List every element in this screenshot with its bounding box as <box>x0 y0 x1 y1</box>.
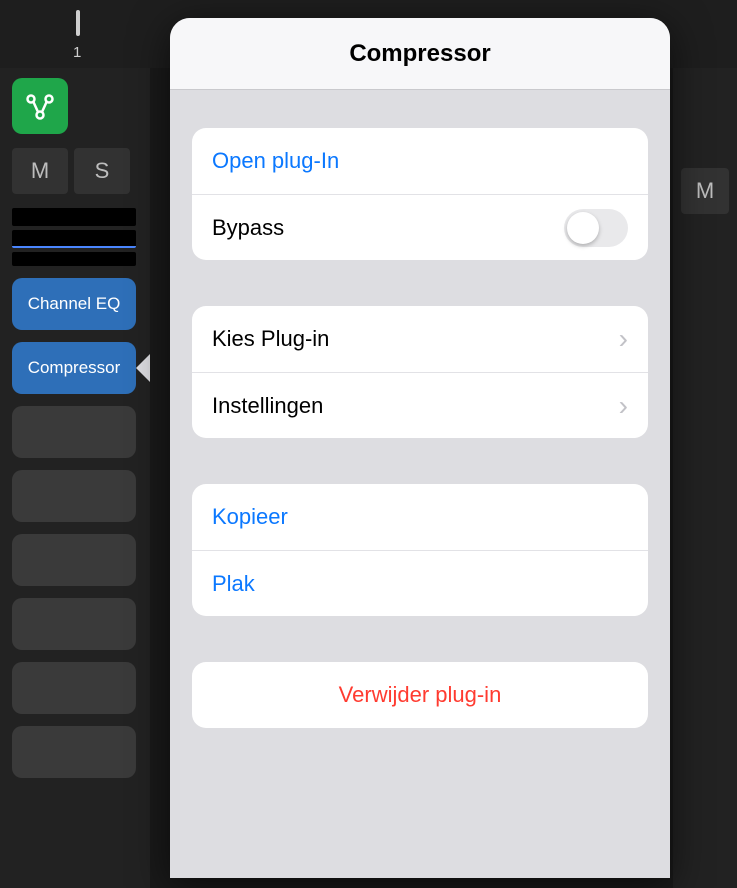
plugin-context-popover: Compressor Open plug-In Bypass Kies Plug… <box>170 18 670 878</box>
chevron-right-icon: › <box>619 392 628 420</box>
toggle-knob <box>567 212 599 244</box>
choose-plugin-label: Kies Plug-in <box>212 326 329 352</box>
open-plugin-label: Open plug-In <box>212 148 339 174</box>
delete-plugin-label: Verwijder plug-in <box>339 682 502 708</box>
delete-plugin-row[interactable]: Verwijder plug-in <box>192 662 648 728</box>
chevron-right-icon: › <box>619 325 628 353</box>
copy-row[interactable]: Kopieer <box>192 484 648 550</box>
mute-label: M <box>31 158 49 184</box>
bypass-toggle[interactable] <box>564 209 628 247</box>
paste-label: Plak <box>212 571 255 597</box>
routing-icon <box>23 89 57 123</box>
settings-row[interactable]: Instellingen › <box>192 372 648 438</box>
mute-button[interactable]: M <box>12 148 68 194</box>
bypass-label: Bypass <box>212 215 284 241</box>
meter-bar <box>12 230 136 248</box>
plugin-slot-channel-eq[interactable]: Channel EQ <box>12 278 136 330</box>
mute-button-right[interactable]: M <box>681 168 729 214</box>
popover-title-text: Compressor <box>349 40 490 68</box>
plugin-label: Compressor <box>28 358 121 378</box>
plugin-slot-empty[interactable] <box>12 470 136 522</box>
bypass-row[interactable]: Bypass <box>192 194 648 260</box>
plugin-label: Channel EQ <box>28 294 121 314</box>
plugin-slot-empty[interactable] <box>12 598 136 650</box>
solo-label: S <box>95 158 110 184</box>
plugin-slot-empty[interactable] <box>12 662 136 714</box>
settings-label: Instellingen <box>212 393 323 419</box>
choose-plugin-row[interactable]: Kies Plug-in › <box>192 306 648 372</box>
right-channel-strip: M <box>673 68 737 888</box>
copy-label: Kopieer <box>212 504 288 530</box>
plugin-slot-empty[interactable] <box>12 726 136 778</box>
plugin-slot-compressor[interactable]: Compressor <box>12 342 136 394</box>
channel-strip: M S Channel EQ Compressor <box>0 68 150 888</box>
plugin-slot-empty[interactable] <box>12 406 136 458</box>
popover-title: Compressor <box>170 18 670 90</box>
popover-group-1: Open plug-In Bypass <box>192 128 648 260</box>
mute-label: M <box>696 178 714 204</box>
solo-button[interactable]: S <box>74 148 130 194</box>
popover-group-4: Verwijder plug-in <box>192 662 648 728</box>
popover-pointer-icon <box>136 354 150 382</box>
routing-button[interactable] <box>12 78 68 134</box>
paste-row[interactable]: Plak <box>192 550 648 616</box>
meter-bar <box>12 252 136 266</box>
popover-group-2: Kies Plug-in › Instellingen › <box>192 306 648 438</box>
open-plugin-row[interactable]: Open plug-In <box>192 128 648 194</box>
plugin-slot-empty[interactable] <box>12 534 136 586</box>
popover-group-3: Kopieer Plak <box>192 484 648 616</box>
meter-bar <box>12 208 136 226</box>
ruler-number-1: 1 <box>73 44 81 61</box>
ruler-tick <box>76 10 80 36</box>
level-meter <box>12 208 136 266</box>
